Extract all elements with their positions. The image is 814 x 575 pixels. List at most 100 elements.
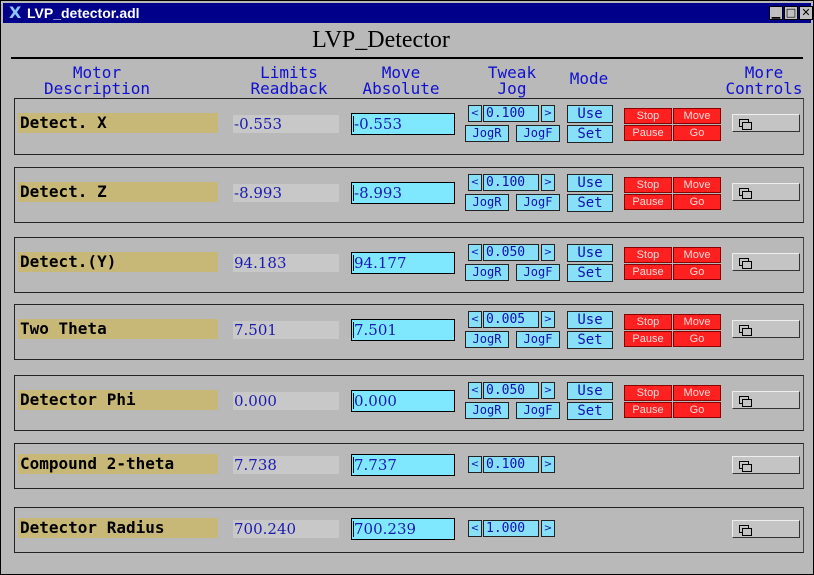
- title-divider: [11, 57, 803, 59]
- tweak-reverse-button[interactable]: <: [468, 244, 482, 261]
- move-absolute-input[interactable]: -0.553: [351, 113, 455, 135]
- motor-row: Two Theta 7.501 7.501 <0.005 > JogR JogF Use Set…: [14, 304, 804, 360]
- jog-reverse-button[interactable]: JogR: [465, 125, 509, 142]
- move-button[interactable]: Move: [673, 385, 721, 401]
- tweak-forward-button[interactable]: >: [541, 382, 555, 399]
- tweak-value-input[interactable]: 0.100: [483, 174, 539, 191]
- jog-forward-button[interactable]: JogF: [516, 125, 560, 142]
- motor-description: Detector Phi: [18, 390, 218, 410]
- tweak-value-input[interactable]: 0.050: [483, 244, 539, 261]
- move-absolute-input[interactable]: 94.177: [351, 252, 455, 274]
- pause-button[interactable]: Pause: [624, 125, 672, 141]
- more-controls-button[interactable]: [732, 114, 800, 132]
- mode-set-button[interactable]: Set: [567, 331, 613, 349]
- stop-button[interactable]: Stop: [624, 108, 672, 124]
- motor-description: Detector Radius: [18, 518, 218, 538]
- pause-button[interactable]: Pause: [624, 331, 672, 347]
- more-controls-button[interactable]: [732, 520, 800, 538]
- tweak-value-input[interactable]: 0.050: [483, 382, 539, 399]
- move-absolute-input[interactable]: 7.501: [351, 319, 455, 341]
- move-button[interactable]: Move: [673, 108, 721, 124]
- limits-readback: -8.993: [233, 184, 339, 202]
- title-bar[interactable]: X LVP_detector.adl ▁ □ ✕: [3, 3, 813, 23]
- jog-reverse-button[interactable]: JogR: [465, 402, 509, 419]
- move-absolute-input[interactable]: 700.239: [351, 518, 455, 540]
- window-title: LVP_detector.adl: [27, 5, 140, 21]
- jog-forward-button[interactable]: JogF: [516, 402, 560, 419]
- more-controls-button[interactable]: [732, 456, 800, 474]
- move-absolute-input[interactable]: -8.993: [351, 182, 455, 204]
- window-stack-icon: [739, 325, 752, 336]
- pause-button[interactable]: Pause: [624, 194, 672, 210]
- stop-button[interactable]: Stop: [624, 177, 672, 193]
- header-motor-description: Motor Description: [44, 63, 150, 98]
- close-button[interactable]: ✕: [799, 6, 813, 20]
- motor-row: Detector Phi 0.000 0.000 <0.050 > JogR JogF Use…: [14, 375, 804, 431]
- jog-forward-button[interactable]: JogF: [516, 331, 560, 348]
- move-button[interactable]: Move: [673, 247, 721, 263]
- tweak-reverse-button[interactable]: <: [468, 311, 482, 328]
- tweak-forward-button[interactable]: >: [541, 174, 555, 191]
- go-button[interactable]: Go: [673, 331, 721, 347]
- move-button[interactable]: Move: [673, 314, 721, 330]
- go-button[interactable]: Go: [673, 264, 721, 280]
- stop-button[interactable]: Stop: [624, 314, 672, 330]
- mode-set-button[interactable]: Set: [567, 125, 613, 143]
- tweak-forward-button[interactable]: >: [541, 105, 555, 122]
- limits-readback: 700.240: [233, 520, 339, 538]
- tweak-forward-button[interactable]: >: [541, 311, 555, 328]
- maximize-button[interactable]: □: [784, 6, 798, 20]
- mode-use-button[interactable]: Use: [567, 382, 613, 400]
- move-button[interactable]: Move: [673, 177, 721, 193]
- tweak-value-input[interactable]: 0.100: [483, 456, 539, 473]
- stop-button[interactable]: Stop: [624, 247, 672, 263]
- minimize-button[interactable]: ▁: [769, 6, 783, 20]
- go-button[interactable]: Go: [673, 402, 721, 418]
- jog-forward-button[interactable]: JogF: [516, 194, 560, 211]
- mode-use-button[interactable]: Use: [567, 105, 613, 123]
- mode-set-button[interactable]: Set: [567, 264, 613, 282]
- window-stack-icon: [739, 258, 752, 269]
- more-controls-button[interactable]: [732, 253, 800, 271]
- mode-use-button[interactable]: Use: [567, 174, 613, 192]
- stop-button[interactable]: Stop: [624, 385, 672, 401]
- jog-reverse-button[interactable]: JogR: [465, 331, 509, 348]
- mode-use-button[interactable]: Use: [567, 244, 613, 262]
- more-controls-button[interactable]: [732, 391, 800, 409]
- jog-reverse-button[interactable]: JogR: [465, 264, 509, 281]
- move-absolute-input[interactable]: 7.737: [351, 454, 455, 476]
- motor-row: Detector Radius 700.240 700.239 <1.000 >: [14, 507, 804, 553]
- more-controls-button[interactable]: [732, 183, 800, 201]
- mode-use-button[interactable]: Use: [567, 311, 613, 329]
- tweak-value-input[interactable]: 1.000: [483, 520, 539, 537]
- window-stack-icon: [739, 188, 752, 199]
- motor-row: Detect.(Y) 94.183 94.177 <0.050 > JogR JogF Use…: [14, 237, 804, 293]
- tweak-forward-button[interactable]: >: [541, 520, 555, 537]
- jog-reverse-button[interactable]: JogR: [465, 194, 509, 211]
- tweak-value-input[interactable]: 0.005: [483, 311, 539, 328]
- limits-readback: 7.738: [233, 456, 339, 474]
- tweak-value-input[interactable]: 0.100: [483, 105, 539, 122]
- tweak-forward-button[interactable]: >: [541, 244, 555, 261]
- tweak-reverse-button[interactable]: <: [468, 382, 482, 399]
- motor-description: Detect. X: [18, 113, 218, 133]
- mode-set-button[interactable]: Set: [567, 402, 613, 420]
- tweak-reverse-button[interactable]: <: [468, 174, 482, 191]
- tweak-reverse-button[interactable]: <: [468, 520, 482, 537]
- go-button[interactable]: Go: [673, 125, 721, 141]
- header-tweak-jog: Tweak Jog: [487, 63, 537, 98]
- app-window: X LVP_detector.adl ▁ □ ✕ LVP_Detector Mo…: [0, 0, 814, 575]
- header-move-absolute: Move Absolute: [362, 63, 440, 98]
- pause-button[interactable]: Pause: [624, 402, 672, 418]
- mode-set-button[interactable]: Set: [567, 194, 613, 212]
- x-window-icon[interactable]: X: [9, 4, 27, 22]
- go-button[interactable]: Go: [673, 194, 721, 210]
- move-absolute-input[interactable]: 0.000: [351, 390, 455, 412]
- more-controls-button[interactable]: [732, 320, 800, 338]
- tweak-forward-button[interactable]: >: [541, 456, 555, 473]
- jog-forward-button[interactable]: JogF: [516, 264, 560, 281]
- tweak-reverse-button[interactable]: <: [468, 105, 482, 122]
- tweak-reverse-button[interactable]: <: [468, 456, 482, 473]
- limits-readback: 94.183: [233, 254, 339, 272]
- pause-button[interactable]: Pause: [624, 264, 672, 280]
